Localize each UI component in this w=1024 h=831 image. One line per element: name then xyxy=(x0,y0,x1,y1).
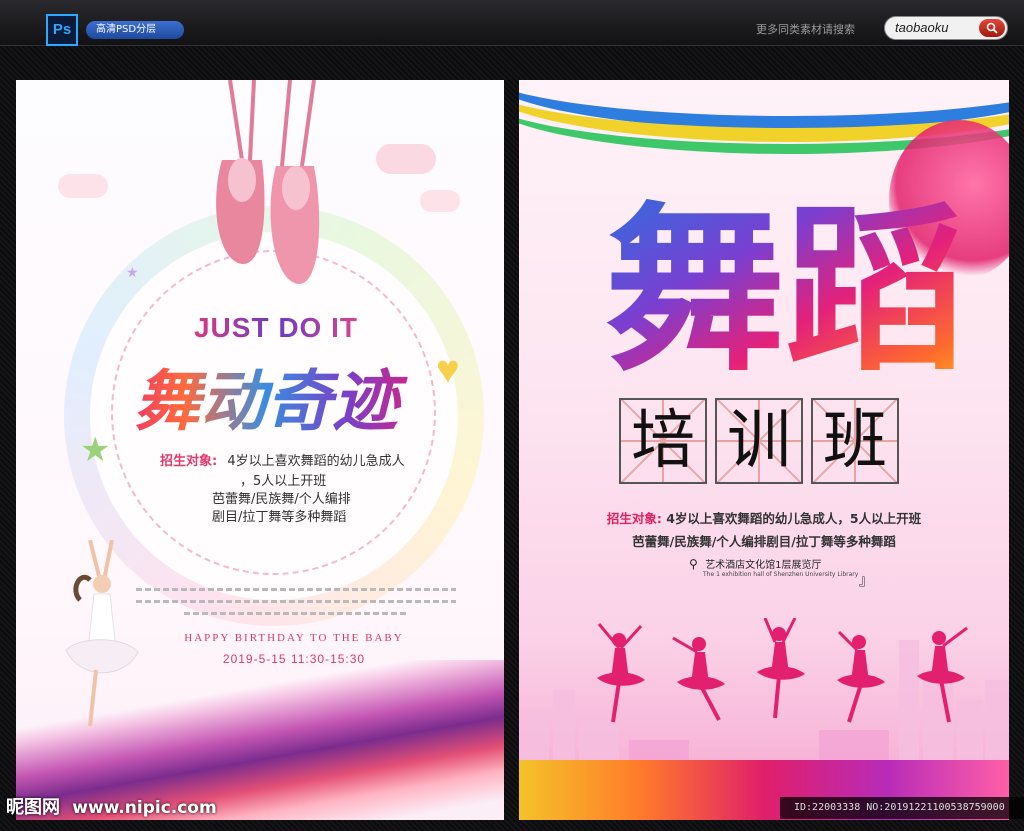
ballerina-figure-icon xyxy=(65,540,139,727)
subtitle-char-3: 班 xyxy=(811,398,899,484)
recruit-line-3: 芭蕾舞/民族舞/个人编排 xyxy=(212,492,351,507)
fine-print-block xyxy=(136,588,456,624)
subtitle-char-2: 训 xyxy=(715,398,803,484)
poster2-title: 舞蹈 xyxy=(605,188,965,378)
cloud-decor xyxy=(376,144,436,174)
search-button[interactable] xyxy=(979,19,1005,37)
heart-icon: ♥ xyxy=(436,348,460,392)
watermark-url: www.nipic.com xyxy=(72,798,217,818)
search-input[interactable]: taobaoku xyxy=(884,16,1008,40)
slogan-text: JUST DO IT xyxy=(186,312,366,344)
cloud-decor xyxy=(420,190,460,212)
poster-dance-training: 舞蹈 培 训 班 招生对象: 4岁以上喜欢舞蹈的幼儿急成人，5人以上开班 芭蕾舞… xyxy=(519,80,1009,820)
search-hint-text: 更多同类素材请搜索 xyxy=(756,23,855,36)
subtitle-grid: 培 训 班 xyxy=(619,398,905,484)
recruit-info-2: 招生对象: 4岁以上喜欢舞蹈的幼儿急成人，5人以上开班 芭蕾舞/民族舞/个人编排… xyxy=(519,508,1009,550)
psd-layer-badge: 高清PSD分层 xyxy=(86,21,184,39)
star-icon: ★ xyxy=(80,431,111,469)
recruit2-line-2: 芭蕾舞/民族舞/个人编排剧目/拉丁舞等多种舞蹈 xyxy=(632,534,896,549)
birthday-text: HAPPY BIRTHDAY TO THE BABY xyxy=(184,632,404,644)
recruit-line-1: 4岁以上喜欢舞蹈的幼儿急成人 xyxy=(227,454,405,469)
venue-name: 艺术酒店文化馆1层展览厅 xyxy=(705,560,822,571)
recruit2-line-1: 4岁以上喜欢舞蹈的幼儿急成人，5人以上开班 xyxy=(666,511,922,526)
cloud-decor xyxy=(58,174,108,198)
image-id-strip: ID:22003338 NO:20191221100538759000 xyxy=(780,797,1024,819)
recruit-label: 招生对象: xyxy=(160,454,218,469)
search-value: taobaoku xyxy=(895,20,949,35)
poster1-title: 舞动奇迹 xyxy=(101,348,431,444)
ballet-shoes-icon xyxy=(216,80,320,285)
magnifier-icon xyxy=(986,22,998,34)
star-icon: ★ xyxy=(126,264,139,280)
poster-dance-miracle: JUST DO IT 舞动奇迹 ♥ ★ ★ 招生对象: 4岁以上喜欢舞蹈的幼儿急… xyxy=(16,80,504,820)
poster2-title-text: 舞蹈 xyxy=(605,188,965,378)
subtitle-char-1: 培 xyxy=(619,398,707,484)
recruit-line-4: 剧目/拉丁舞等多种舞蹈 xyxy=(212,510,347,525)
recruit-line-2: ，5人以上开班 xyxy=(240,474,327,489)
quote-mark: 』 xyxy=(859,573,873,589)
dancer-silhouettes-icon xyxy=(597,618,968,723)
nipic-watermark: 昵图网 www.nipic.com xyxy=(0,793,260,821)
recruit-label-2: 招生对象: xyxy=(606,511,662,526)
top-bar: Ps 高清PSD分层 更多同类素材请搜索 taobaoku xyxy=(0,0,1024,46)
photoshop-icon: Ps xyxy=(46,14,78,46)
watermark-cn: 昵图网 xyxy=(6,797,60,818)
location-pin-icon: ⚲ xyxy=(689,557,698,571)
